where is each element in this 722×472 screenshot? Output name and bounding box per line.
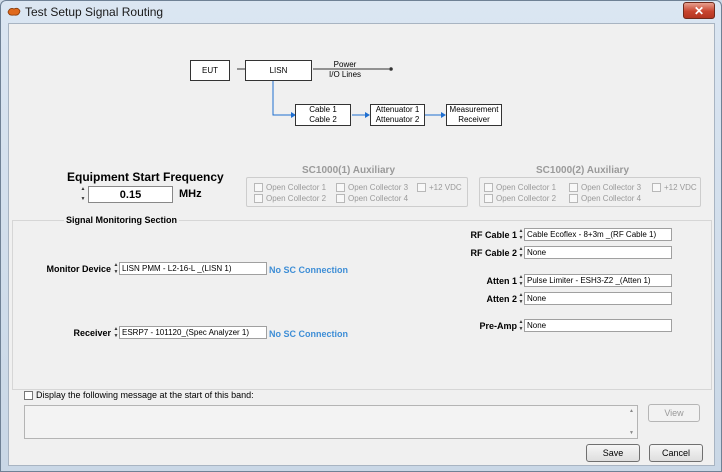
checkbox-icon[interactable] [417,183,426,192]
spin-up-icon[interactable]: ▲ [114,262,119,269]
spin-up-icon[interactable]: ▲ [81,186,86,193]
rf-cable-2-label: RF Cable 2 [470,248,517,258]
dialog-window: Test Setup Signal Routing ✕ EUT LISN Pow… [0,0,722,472]
aux2-12vdc[interactable]: +12 VDC [652,183,697,192]
checkbox-icon[interactable] [254,194,263,203]
atten-1-field[interactable]: Pulse Limiter - ESH3-Z2 _(Atten 1) [524,274,672,287]
aux1-title: SC1000(1) Auxiliary [302,165,396,176]
checkbox-icon[interactable] [254,183,263,192]
aux1-12vdc[interactable]: +12 VDC [417,183,462,192]
receiver-label: Receiver [73,328,111,338]
aux1-open-collector-4[interactable]: Open Collector 4 [336,194,408,203]
rf-cable-1-field[interactable]: Cable Ecoflex - 8+3m _(RF Cable 1) [524,228,672,241]
checkbox-icon[interactable] [484,194,493,203]
aux2-open-collector-3[interactable]: Open Collector 3 [569,183,641,192]
routing-diagram-lines [237,67,446,118]
message-scrollbar[interactable]: ▲ ▼ [626,406,637,438]
title-bar: Test Setup Signal Routing ✕ [1,1,721,23]
display-message-label: Display the following message at the sta… [36,390,254,400]
cancel-button[interactable]: Cancel [649,444,703,462]
rf-cable-1-label: RF Cable 1 [470,230,517,240]
spin-down-icon[interactable]: ▼ [519,253,524,260]
checkbox-icon[interactable] [484,183,493,192]
view-button[interactable]: View [648,404,700,422]
monitor-device-field[interactable]: LISN PMM - L2-16-L _(LISN 1) [119,262,267,275]
frequency-spin-buttons[interactable]: ▲ ▼ [80,186,86,203]
atten-1-label: Atten 1 [486,276,517,286]
message-textarea[interactable]: ▲ ▼ [24,405,638,439]
close-button[interactable]: ✕ [683,2,715,19]
atten-2-label: Atten 2 [486,294,517,304]
checkbox-icon[interactable] [336,183,345,192]
aux1-open-collector-2[interactable]: Open Collector 2 [254,194,326,203]
checkbox-icon[interactable] [336,194,345,203]
aux1-open-collector-1[interactable]: Open Collector 1 [254,183,326,192]
checkbox-icon[interactable] [24,390,33,400]
spin-down-icon[interactable]: ▼ [519,281,524,288]
diagram-lisn-box: LISN [245,60,312,81]
app-icon [7,7,21,16]
pre-amp-field[interactable]: None [524,319,672,332]
aux2-title: SC1000(2) Auxiliary [536,165,630,176]
signal-monitoring-title: Signal Monitoring Section [64,215,179,225]
diagram-attenuator-box: Attenuator 1 Attenuator 2 [370,104,425,126]
diagram-eut-box: EUT [190,60,230,81]
spin-up-icon[interactable]: ▲ [519,246,524,253]
spin-down-icon[interactable]: ▼ [519,235,524,242]
aux2-open-collector-4[interactable]: Open Collector 4 [569,194,641,203]
receiver-sc-status: No SC Connection [269,329,348,339]
atten-2-field[interactable]: None [524,292,672,305]
close-icon: ✕ [693,3,705,18]
frequency-unit-label: MHz [179,188,202,200]
receiver-field[interactable]: ESRP7 - 101120_(Spec Analyzer 1) [119,326,267,339]
spin-up-icon[interactable]: ▲ [519,228,524,235]
spin-down-icon[interactable]: ▼ [519,326,524,333]
window-title: Test Setup Signal Routing [25,5,164,19]
display-message-row[interactable]: Display the following message at the sta… [24,390,254,400]
diagram-power-label: Power I/O Lines [329,60,362,79]
pre-amp-label: Pre-Amp [479,321,517,331]
monitor-sc-status: No SC Connection [269,265,348,275]
checkbox-icon[interactable] [652,183,661,192]
equipment-start-frequency-label: Equipment Start Frequency [67,170,224,184]
spin-down-icon[interactable]: ▼ [114,333,119,340]
spin-down-icon[interactable]: ▼ [81,196,86,203]
spin-up-icon[interactable]: ▲ [519,274,524,281]
client-area: EUT LISN Power I/O Lines Cable 1 Cable 2… [8,23,715,466]
checkbox-icon[interactable] [569,194,578,203]
checkbox-icon[interactable] [569,183,578,192]
aux1-open-collector-3[interactable]: Open Collector 3 [336,183,408,192]
monitor-device-label: Monitor Device [46,264,111,274]
start-frequency-input[interactable]: 0.15 [88,186,173,203]
rf-cable-2-field[interactable]: None [524,246,672,259]
spin-up-icon[interactable]: ▲ [114,326,119,333]
diagram-receiver-box: Measurement Receiver [446,104,502,126]
spin-down-icon[interactable]: ▼ [519,299,524,306]
scroll-up-icon[interactable]: ▲ [629,408,634,414]
spin-down-icon[interactable]: ▼ [114,269,119,276]
aux2-open-collector-1[interactable]: Open Collector 1 [484,183,556,192]
diagram-cable-box: Cable 1 Cable 2 [295,104,351,126]
spin-up-icon[interactable]: ▲ [519,319,524,326]
scroll-down-icon[interactable]: ▼ [629,430,634,436]
aux2-open-collector-2[interactable]: Open Collector 2 [484,194,556,203]
save-button[interactable]: Save [586,444,640,462]
spin-up-icon[interactable]: ▲ [519,292,524,299]
